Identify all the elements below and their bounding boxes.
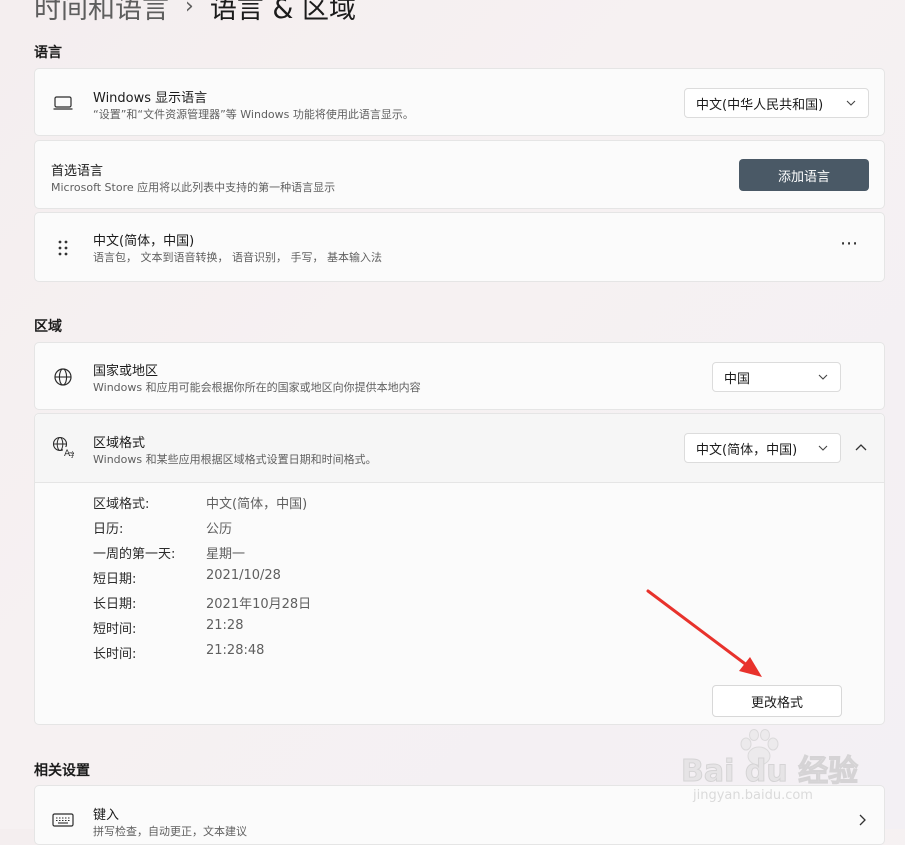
preferred-language-title: 首选语言: [51, 164, 104, 179]
country-region-card: 国家或地区 Windows 和应用可能会根据你所在的国家或地区向你提供本地内容 …: [34, 342, 885, 410]
monitor-icon: [52, 92, 74, 114]
watermark-brand: Bai du 经验: [680, 754, 859, 790]
format-detail-value: 2021/10/28: [206, 568, 281, 583]
format-detail-label: 短时间:: [93, 622, 137, 637]
preferred-language-description: Microsoft Store 应用将以此列表中支持的第一种语言显示: [51, 181, 336, 194]
baidu-watermark: Bai du 经验 jingyan.baidu.com: [680, 728, 891, 808]
format-detail-label: 短日期:: [93, 572, 137, 587]
format-detail-label: 长日期:: [93, 597, 137, 612]
annotation-arrow: [646, 589, 762, 677]
format-detail-value: 21:28:48: [206, 643, 265, 658]
installed-language-description: 语言包， 文本到语音转换， 语音识别， 手写， 基本输入法: [93, 251, 382, 264]
keyboard-icon: [52, 809, 74, 831]
drag-handle-icon[interactable]: [52, 237, 74, 259]
country-region-title: 国家或地区: [93, 364, 159, 379]
chevron-down-icon: [818, 374, 828, 380]
country-region-value: 中国: [724, 371, 751, 387]
chevron-up-icon[interactable]: [854, 442, 868, 452]
display-language-title: Windows 显示语言: [93, 91, 208, 106]
regional-format-description: Windows 和某些应用根据区域格式设置日期和时间格式。: [93, 453, 377, 466]
format-detail-label: 一周的第一天:: [93, 547, 176, 562]
display-language-value: 中文(中华人民共和国): [696, 97, 824, 113]
format-detail-value: 中文(简体，中国): [206, 497, 308, 512]
watermark-url: jingyan.baidu.com: [693, 788, 813, 803]
language-format-icon: A字: [52, 436, 74, 458]
installed-language-title: 中文(简体，中国): [93, 234, 195, 249]
more-options-icon[interactable]: ⋯: [840, 233, 858, 254]
regional-format-value: 中文(简体，中国): [696, 442, 798, 458]
chevron-down-icon: [846, 100, 856, 106]
breadcrumb-separator: ›: [185, 0, 194, 19]
typing-description: 拼写检查，自动更正，文本建议: [93, 825, 247, 838]
format-detail-value: 星期一: [206, 547, 246, 562]
section-title-region: 区域: [34, 319, 62, 335]
regional-format-title: 区域格式: [93, 436, 146, 451]
display-language-dropdown[interactable]: 中文(中华人民共和国): [684, 88, 869, 118]
format-detail-label: 区域格式:: [93, 497, 150, 512]
add-language-button[interactable]: 添加语言: [739, 159, 869, 191]
regional-format-dropdown[interactable]: 中文(简体，中国): [684, 433, 841, 463]
format-detail-value: 21:28: [206, 618, 244, 633]
typing-title: 键入: [93, 808, 120, 823]
format-detail-value: 公历: [206, 522, 233, 537]
format-detail-label: 日历:: [93, 522, 124, 537]
display-language-card: Windows 显示语言 “设置”和“文件资源管理器”等 Windows 功能将…: [34, 68, 885, 136]
installed-language-item[interactable]: 中文(简体，中国) 语言包， 文本到语音转换， 语音识别， 手写， 基本输入法 …: [34, 212, 885, 282]
change-format-button[interactable]: 更改格式: [712, 685, 842, 717]
section-title-language: 语言: [34, 45, 62, 61]
format-detail-label: 长时间:: [93, 647, 137, 662]
breadcrumb: 时间和语言 › 语言 & 区域: [34, 0, 357, 26]
preferred-language-card: 首选语言 Microsoft Store 应用将以此列表中支持的第一种语言显示 …: [34, 140, 885, 209]
chevron-down-icon: [818, 445, 828, 451]
globe-icon: [52, 366, 74, 388]
format-detail-value: 2021年10月28日: [206, 597, 312, 612]
page-title: 语言 & 区域: [209, 0, 357, 25]
country-region-description: Windows 和应用可能会根据你所在的国家或地区向你提供本地内容: [93, 381, 421, 394]
section-title-related: 相关设置: [34, 763, 90, 779]
chevron-right-icon: [859, 814, 866, 826]
breadcrumb-parent[interactable]: 时间和语言: [34, 0, 169, 26]
display-language-description: “设置”和“文件资源管理器”等 Windows 功能将使用此语言显示。: [93, 108, 414, 121]
country-region-dropdown[interactable]: 中国: [712, 362, 841, 392]
svg-text:字: 字: [69, 450, 74, 458]
